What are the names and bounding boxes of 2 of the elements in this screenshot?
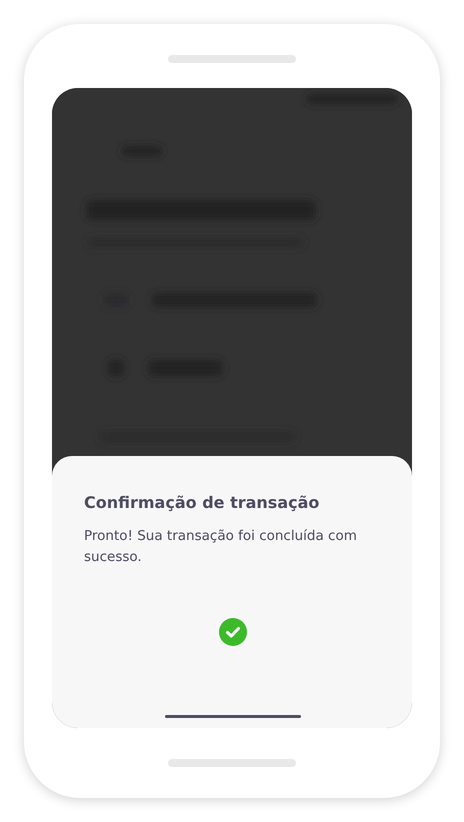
dialog-message: Pronto! Sua transação foi concluída com sucesso.	[84, 527, 358, 567]
dialog-title: Confirmação de transação	[84, 492, 320, 514]
